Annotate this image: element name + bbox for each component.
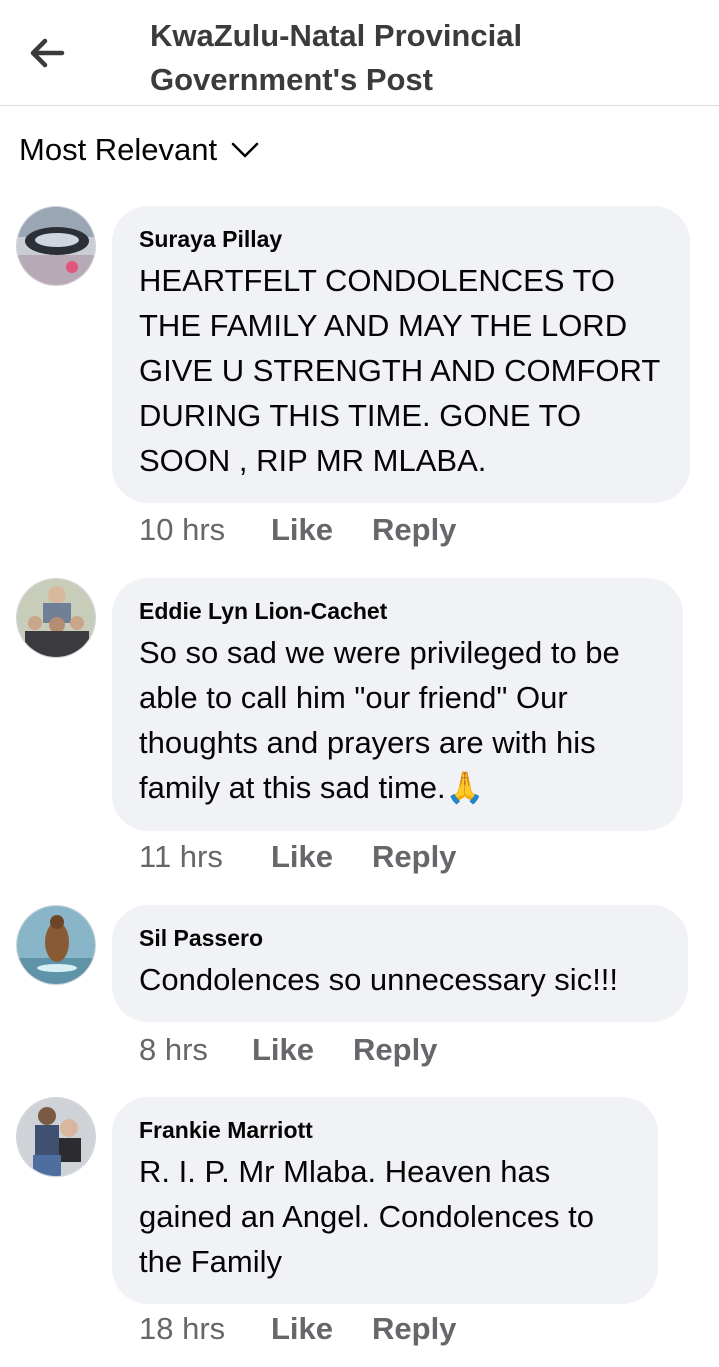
folded-hands-emoji: 🙏 xyxy=(445,770,485,806)
like-button[interactable]: Like xyxy=(271,839,372,875)
back-button[interactable] xyxy=(22,28,72,78)
comment-time[interactable]: 8 hrs xyxy=(139,1032,252,1068)
comment-actions: 10 hrs Like Reply xyxy=(139,512,456,548)
like-button[interactable]: Like xyxy=(271,1311,372,1347)
reply-button[interactable]: Reply xyxy=(372,512,456,548)
sort-label: Most Relevant xyxy=(19,132,218,167)
avatar[interactable] xyxy=(16,1097,96,1177)
like-button[interactable]: Like xyxy=(252,1032,353,1068)
comment-time[interactable]: 11 hrs xyxy=(139,839,271,875)
avatar[interactable] xyxy=(16,206,96,286)
comment-actions: 18 hrs Like Reply xyxy=(139,1311,456,1347)
comment-bubble: Eddie Lyn Lion-Cachet So so sad we were … xyxy=(112,578,683,831)
like-button[interactable]: Like xyxy=(271,512,372,548)
avatar[interactable] xyxy=(16,905,96,985)
comment-author[interactable]: Frankie Marriott xyxy=(139,1115,632,1145)
avatar[interactable] xyxy=(16,578,96,658)
comment-author[interactable]: Sil Passero xyxy=(139,923,662,953)
comment-author[interactable]: Eddie Lyn Lion-Cachet xyxy=(139,596,657,626)
comment-bubble: Frankie Marriott R. I. P. Mr Mlaba. Heav… xyxy=(112,1097,658,1304)
comment-time[interactable]: 18 hrs xyxy=(139,1311,271,1347)
comment-bubble: Suraya Pillay HEARTFELT CONDOLENCES TO T… xyxy=(112,206,690,503)
comment-text: Condolences so unnecessary sic!!! xyxy=(139,962,619,997)
page-title: KwaZulu-Natal Provincial Government's Po… xyxy=(150,18,523,97)
back-arrow-icon xyxy=(30,38,65,68)
comment-time[interactable]: 10 hrs xyxy=(139,512,271,548)
top-bar: KwaZulu-Natal Provincial Government's Po… xyxy=(0,0,719,106)
comment-text: So so sad we were privileged to be able … xyxy=(139,630,657,811)
comment-text-body: So so sad we were privileged to be able … xyxy=(139,635,620,805)
sort-dropdown[interactable]: Most Relevant xyxy=(19,128,259,172)
chevron-down-icon xyxy=(231,142,259,158)
comment-actions: 8 hrs Like Reply xyxy=(139,1032,437,1068)
reply-button[interactable]: Reply xyxy=(372,1311,456,1347)
comment-author[interactable]: Suraya Pillay xyxy=(139,224,664,254)
reply-button[interactable]: Reply xyxy=(353,1032,437,1068)
comment-bubble: Sil Passero Condolences so unnecessary s… xyxy=(112,905,688,1022)
comment-actions: 11 hrs Like Reply xyxy=(139,839,456,875)
comment-text: R. I. P. Mr Mlaba. Heaven has gained an … xyxy=(139,1154,595,1279)
comment-text: HEARTFELT CONDOLENCES TO THE FAMILY AND … xyxy=(139,263,660,478)
reply-button[interactable]: Reply xyxy=(372,839,456,875)
